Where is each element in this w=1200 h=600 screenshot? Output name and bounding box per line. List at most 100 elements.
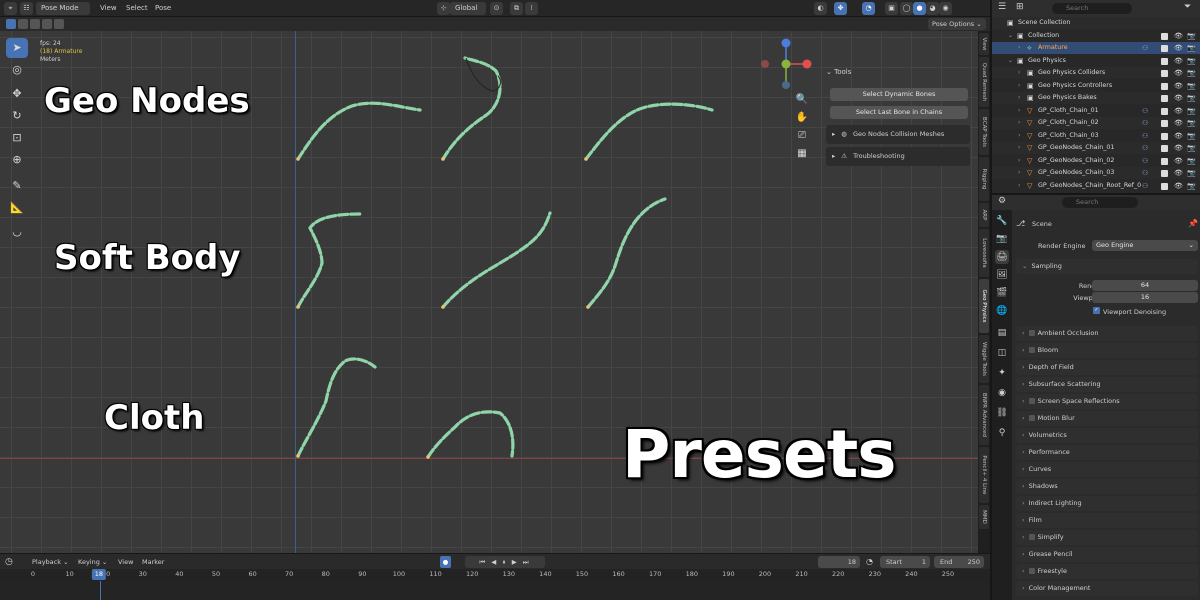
view-layer-tab-icon[interactable]: 🖼	[995, 268, 1009, 282]
ortho-grid-icon[interactable]: ▦	[795, 147, 809, 161]
outliner-row[interactable]: ▣ Scene Collection	[992, 17, 1200, 30]
tab-view[interactable]: View	[979, 33, 989, 55]
panel-section-header[interactable]: › Subsurface Scattering	[1016, 377, 1198, 392]
gizmo-toggle-icon[interactable]: ✥	[834, 2, 847, 15]
visibility-eye-icon[interactable]: 👁	[1174, 55, 1183, 67]
viewport-denoising-checkbox[interactable]: ✓	[1093, 307, 1100, 314]
scene-tab-icon[interactable]: 🎬	[995, 286, 1009, 300]
render-camera-icon[interactable]: 📷	[1187, 167, 1196, 179]
exclude-checkbox[interactable]	[1161, 120, 1168, 127]
visibility-eye-icon[interactable]: 👁	[1174, 142, 1183, 154]
shading-wire-icon[interactable]: ◯	[900, 2, 913, 15]
exclude-checkbox[interactable]	[1161, 145, 1168, 152]
section-enable-checkbox[interactable]	[1028, 568, 1035, 574]
expand-toggle-icon[interactable]: ›	[1018, 130, 1020, 142]
panel-section-header[interactable]: › Performance	[1016, 445, 1198, 460]
outliner-row[interactable]: ⌄ ▣ Geo Physics 👁 📷	[992, 55, 1200, 67]
exclude-checkbox[interactable]	[1161, 95, 1168, 102]
properties-search-input[interactable]: Search	[1062, 197, 1138, 208]
outliner-row[interactable]: › ▽ GP_GeoNodes_Chain_02 👁 📷 ⚇	[992, 155, 1200, 167]
section-enable-checkbox[interactable]	[1028, 415, 1035, 421]
panel-section-header[interactable]: › Freestyle	[1016, 564, 1198, 579]
menu-keying[interactable]: Keying ⌄	[78, 556, 107, 568]
constraint-tab-icon[interactable]: ⛓	[995, 406, 1009, 420]
panel-section-header[interactable]: › Depth of Field	[1016, 360, 1198, 375]
pivot-icon[interactable]: ⊙	[490, 2, 503, 15]
viewport-samples-field[interactable]: 16	[1092, 292, 1198, 303]
camera-view-icon[interactable]: ⎚	[795, 129, 809, 143]
expand-toggle-icon[interactable]: ›	[1018, 67, 1020, 79]
render-camera-icon[interactable]: 📷	[1187, 67, 1196, 79]
3d-viewport[interactable]: fps: 24 (18) Armature Meters Geo Nodes S…	[0, 31, 978, 553]
start-frame-field[interactable]: Start 1	[880, 556, 930, 568]
annotate-tool-icon[interactable]: ✎	[6, 176, 28, 196]
expand-toggle-icon[interactable]: ⌄	[1008, 55, 1013, 67]
select-last-bone-button[interactable]: Select Last Bone in Chains	[830, 106, 968, 119]
outliner-row[interactable]: › ▽ GP_Cloth_Chain_01 👁 📷 ⚇	[992, 105, 1200, 117]
render-camera-icon[interactable]: 📷	[1187, 92, 1196, 104]
outliner-row[interactable]: › ▽ GP_Cloth_Chain_03 👁 📷 ⚇	[992, 130, 1200, 142]
shading-rendered-icon[interactable]: ◉	[939, 2, 952, 15]
timeline-ruler[interactable]: 0 10 20 30 40 50 60 70 80 90 100 110 120 130 140 150 160…	[0, 569, 990, 581]
world-tab-icon[interactable]: 🌐	[995, 304, 1009, 318]
modifier-tab-icon[interactable]: ✦	[995, 366, 1009, 380]
visibility-icon[interactable]: ◐	[814, 2, 827, 15]
menu-timeline-view[interactable]: View	[118, 556, 133, 568]
tool-tab-icon[interactable]: 🔧	[995, 214, 1009, 228]
snap-target-icon[interactable]: ⁞	[525, 2, 538, 15]
outliner-row[interactable]: › ▣ Geo Physics Bakes 👁 📷	[992, 92, 1200, 105]
panel-section-header[interactable]: › Grease Pencil	[1016, 547, 1198, 562]
zoom-icon[interactable]: 🔍	[795, 93, 809, 107]
tab-mmd[interactable]: MMD	[979, 505, 989, 529]
visibility-eye-icon[interactable]: 👁	[1174, 92, 1183, 104]
playback-controls[interactable]: ⏮ ◀ ⏸ ▶ ⏭	[465, 556, 545, 568]
outliner-row[interactable]: › ▽ GP_Cloth_Chain_02 👁 📷 ⚇	[992, 117, 1200, 130]
menu-view[interactable]: View	[100, 2, 117, 15]
navigation-gizmo[interactable]	[758, 36, 814, 92]
panel-section-header[interactable]: › Simplify	[1016, 530, 1198, 545]
panel-section-header[interactable]: › Color Management	[1016, 581, 1198, 596]
visibility-eye-icon[interactable]: 👁	[1174, 80, 1183, 92]
render-camera-icon[interactable]: 📷	[1187, 105, 1196, 117]
collection-tab-icon[interactable]: ▤	[995, 326, 1009, 340]
auto-key-icon[interactable]: ●	[440, 556, 451, 568]
select-tool-icon[interactable]: ➤	[6, 38, 28, 58]
bend-tool-icon[interactable]: ◡	[6, 222, 28, 242]
timeline-editor-icon[interactable]: ◷	[5, 556, 13, 568]
overlay-toggle-icon[interactable]: ◔	[862, 2, 875, 15]
tools-panel-header[interactable]: ⌄ Tools	[826, 68, 851, 76]
outliner-row[interactable]: › ▣ Geo Physics Colliders 👁 📷	[992, 67, 1200, 80]
filter-icon[interactable]: ⏷	[1184, 2, 1191, 12]
render-camera-icon[interactable]: 📷	[1187, 155, 1196, 167]
tab-bnpr-advanced[interactable]: BNPR Advanced	[979, 385, 989, 445]
scale-tool-icon[interactable]: ⊡	[6, 128, 28, 148]
expand-toggle-icon[interactable]: ›	[1018, 117, 1020, 129]
exclude-checkbox[interactable]	[1161, 157, 1168, 165]
render-camera-icon[interactable]: 📷	[1187, 117, 1196, 129]
expand-toggle-icon[interactable]: ›	[1018, 92, 1020, 104]
panel-section-header[interactable]: › Indirect Lighting	[1016, 496, 1198, 511]
visibility-eye-icon[interactable]: 👁	[1174, 30, 1183, 42]
panel-section-header[interactable]: › Film	[1016, 513, 1198, 528]
tab-rigging[interactable]: Rigging	[979, 157, 989, 201]
exclude-checkbox[interactable]	[1161, 182, 1168, 190]
tab-loveosofia[interactable]: Loveosofia	[979, 229, 989, 277]
exclude-checkbox[interactable]	[1161, 107, 1168, 115]
transform-orientation-icon[interactable]: ⊹	[437, 2, 450, 15]
clock-icon[interactable]: ◔	[866, 556, 873, 568]
select-subtract-icon[interactable]	[30, 19, 40, 29]
panel-section-header[interactable]: › Ambient Occlusion	[1016, 326, 1198, 341]
menu-pose[interactable]: Pose	[155, 2, 171, 15]
render-camera-icon[interactable]: 📷	[1187, 142, 1196, 154]
panel-section-header[interactable]: › Shadows	[1016, 479, 1198, 494]
visibility-eye-icon[interactable]: 👁	[1174, 180, 1183, 192]
xray-icon[interactable]: ▣	[885, 2, 898, 15]
expand-toggle-icon[interactable]: ›	[1018, 42, 1020, 54]
collision-meshes-subpanel[interactable]: ▸ ◍ Geo Nodes Collision Meshes	[826, 125, 970, 144]
exclude-checkbox[interactable]	[1161, 82, 1168, 90]
panel-section-header[interactable]: › Curves	[1016, 462, 1198, 477]
visibility-eye-icon[interactable]: 👁	[1174, 130, 1183, 142]
panel-section-header[interactable]: › Volumetrics	[1016, 428, 1198, 443]
tab-pencil-line[interactable]: Pencil+ 4 Line	[979, 447, 989, 503]
mode-dropdown[interactable]: Pose Mode ⌄	[36, 2, 90, 25]
